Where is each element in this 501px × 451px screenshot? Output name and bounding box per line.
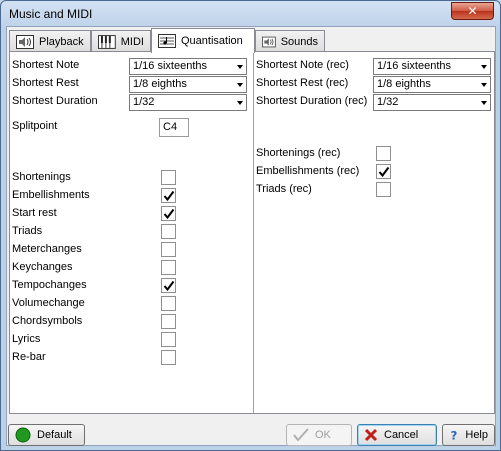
shortest-rest-rec-select[interactable]: 1/8 eighths: [373, 76, 491, 93]
shortest-note-select[interactable]: 1/16 sixteenths: [129, 58, 247, 75]
left-label: Chordsymbols: [12, 315, 83, 327]
checkmark-icon: [378, 166, 390, 178]
quantisation-panel: Shortest Note 1/16 sixteenths Shortest R…: [9, 51, 495, 414]
chevron-down-icon: [237, 83, 243, 87]
right-label: Triads (rec): [256, 183, 312, 195]
left-checkbox[interactable]: [161, 314, 176, 329]
ok-button-label: OK: [315, 429, 331, 441]
chevron-down-icon: [481, 101, 487, 105]
left-label: Shortenings: [12, 171, 71, 183]
tab-midi[interactable]: MIDI: [91, 30, 151, 52]
right-checkbox[interactable]: [376, 146, 391, 161]
tab-sounds[interactable]: Sounds: [255, 30, 325, 52]
tab-label: Sounds: [280, 35, 318, 48]
shortest-rest-select[interactable]: 1/8 eighths: [129, 76, 247, 93]
shortest-duration-rec-label: Shortest Duration (rec): [256, 95, 368, 107]
checkmark-icon: [163, 208, 175, 220]
left-checkbox[interactable]: [161, 260, 176, 275]
left-label: Meterchanges: [12, 243, 82, 255]
left-checkbox[interactable]: [161, 224, 176, 239]
left-checkbox[interactable]: [161, 296, 176, 311]
left-label: Lyrics: [12, 333, 41, 345]
chevron-down-icon: [481, 83, 487, 87]
cancel-button[interactable]: Cancel: [357, 424, 437, 446]
left-label: Volumechange: [12, 297, 85, 309]
help-button[interactable]: ? Help: [442, 424, 495, 446]
tab-quantisation[interactable]: Quantisation: [151, 28, 255, 53]
checkmark-icon: [293, 428, 309, 442]
right-label: Shortenings (rec): [256, 147, 341, 159]
select-value: 1/32: [133, 96, 155, 108]
left-label: Re-bar: [12, 351, 46, 363]
left-label: Keychanges: [12, 261, 73, 273]
title-bar[interactable]: Music and MIDI ✕: [1, 1, 500, 27]
default-button[interactable]: Default: [8, 424, 85, 446]
shortest-rest-rec-label: Shortest Rest (rec): [256, 77, 349, 89]
left-checkbox[interactable]: [161, 242, 176, 257]
splitpoint-label: Splitpoint: [12, 120, 58, 132]
speaker-icon: [262, 36, 276, 47]
tab-label: Quantisation: [181, 35, 243, 47]
close-button[interactable]: ✕: [451, 2, 494, 20]
shortest-note-rec-label: Shortest Note (rec): [256, 59, 349, 71]
chevron-down-icon: [237, 65, 243, 69]
left-label: Embellishments: [12, 189, 90, 201]
splitpoint-input[interactable]: C4: [159, 118, 189, 137]
left-label: Tempochanges: [12, 279, 87, 291]
svg-text:?: ?: [450, 428, 457, 442]
left-checkbox[interactable]: [161, 170, 176, 185]
left-checkbox[interactable]: [161, 188, 176, 203]
select-value: 1/16 sixteenths: [377, 60, 451, 72]
default-button-label: Default: [37, 429, 72, 441]
left-checkbox[interactable]: [161, 350, 176, 365]
help-button-label: Help: [465, 429, 488, 441]
shortest-note-label: Shortest Note: [12, 59, 80, 71]
tab-label: MIDI: [120, 35, 144, 48]
dialog-client: Playback MIDI Quantisation Sounds Shorte…: [6, 26, 496, 446]
right-checkbox[interactable]: [376, 182, 391, 197]
left-checkbox[interactable]: [161, 206, 176, 221]
close-icon: [364, 428, 378, 442]
shortest-duration-label: Shortest Duration: [12, 95, 98, 107]
ok-button[interactable]: OK: [286, 424, 352, 446]
column-divider: [253, 52, 254, 413]
left-checkbox[interactable]: [161, 278, 176, 293]
select-value: 1/32: [377, 96, 399, 108]
tab-playback[interactable]: Playback: [9, 30, 91, 52]
checkmark-icon: [163, 280, 175, 292]
shortest-duration-rec-select[interactable]: 1/32: [373, 94, 491, 111]
shortest-rest-label: Shortest Rest: [12, 77, 79, 89]
checkmark-icon: [163, 190, 175, 202]
right-label: Embellishments (rec): [256, 165, 360, 177]
select-value: 1/16 sixteenths: [133, 60, 207, 72]
left-label: Triads: [12, 225, 43, 237]
score-icon: [158, 34, 176, 48]
select-value: 1/8 eighths: [377, 78, 431, 90]
chevron-down-icon: [237, 101, 243, 105]
speaker-icon: [16, 34, 34, 49]
right-checkbox[interactable]: [376, 164, 391, 179]
piano-icon: [98, 34, 116, 49]
dialog-window: Music and MIDI ✕ Playback MIDI Quantisat…: [0, 0, 501, 451]
select-value: 1/8 eighths: [133, 78, 187, 90]
shortest-duration-select[interactable]: 1/32: [129, 94, 247, 111]
chevron-down-icon: [481, 65, 487, 69]
shortest-note-rec-select[interactable]: 1/16 sixteenths: [373, 58, 491, 75]
left-checkbox[interactable]: [161, 332, 176, 347]
window-title: Music and MIDI: [9, 7, 93, 21]
green-dot-icon: [15, 427, 31, 443]
question-mark-icon: ?: [450, 428, 457, 442]
tab-label: Playback: [39, 35, 84, 48]
cancel-button-label: Cancel: [384, 429, 419, 441]
left-label: Start rest: [12, 207, 57, 219]
